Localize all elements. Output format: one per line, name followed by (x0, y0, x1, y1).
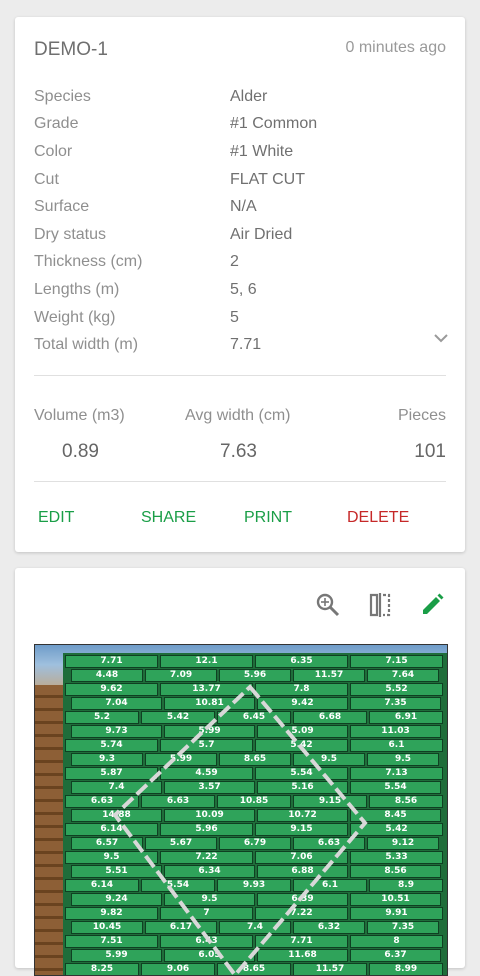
property-value: Air Dried (230, 225, 293, 243)
volume-label: Volume (m3) (34, 407, 125, 424)
property-label: Surface (34, 198, 90, 216)
property-label: Thickness (cm) (34, 253, 143, 271)
print-button[interactable]: PRINT (244, 509, 292, 527)
property-row: Cut FLAT CUT (34, 166, 446, 194)
edit-pencil-icon[interactable] (419, 592, 445, 618)
property-value: 2 (230, 253, 239, 271)
record-card: DEMO-1 0 minutes ago Species Alder Grade… (15, 17, 465, 552)
property-value: Alder (230, 87, 268, 105)
property-label: Species (34, 87, 91, 105)
compare-icon[interactable] (367, 592, 393, 618)
divider (34, 481, 446, 482)
share-button[interactable]: SHARE (141, 509, 196, 527)
property-row: Lengths (m) 5, 6 (34, 276, 446, 304)
property-value: FLAT CUT (230, 170, 305, 188)
property-label: Cut (34, 170, 59, 188)
volume-value: 0.89 (62, 441, 99, 462)
chevron-down-icon[interactable] (431, 330, 451, 346)
property-row: Grade #1 Common (34, 111, 446, 139)
property-row: Thickness (cm) 2 (34, 249, 446, 277)
property-row: Weight (kg) 5 (34, 304, 446, 332)
property-value: #1 Common (230, 115, 318, 133)
property-row: Color #1 White (34, 138, 446, 166)
photo-card: 7.71 12.1 6.35 7.15 4.48 7.09 5.96 11.57 7.64 9.6… (15, 568, 465, 976)
lumber-photo[interactable]: 7.71 12.1 6.35 7.15 4.48 7.09 5.96 11.57 7.64 9.6… (34, 644, 448, 976)
property-value: #1 White (230, 142, 294, 160)
property-row: Surface N/A (34, 193, 446, 221)
property-label: Weight (kg) (34, 308, 116, 326)
zoom-icon[interactable] (315, 592, 341, 618)
edit-button[interactable]: EDIT (38, 509, 74, 527)
delete-button[interactable]: DELETE (347, 509, 409, 527)
property-row: Dry status Air Dried (34, 221, 446, 249)
properties-list: Species Alder Grade #1 Common Color #1 W… (34, 83, 446, 359)
property-label: Lengths (m) (34, 280, 120, 298)
pieces-value: 101 (414, 441, 446, 462)
property-row: Total width (m) 7.71 (34, 331, 446, 359)
avg-width-label: Avg width (cm) (185, 407, 291, 424)
property-value: N/A (230, 198, 257, 216)
property-label: Total width (m) (34, 336, 139, 354)
property-label: Dry status (34, 225, 107, 243)
property-row: Species Alder (34, 83, 446, 111)
property-label: Grade (34, 115, 79, 133)
property-value: 5, 6 (230, 280, 257, 298)
property-label: Color (34, 142, 73, 160)
measurement-overlay (112, 684, 368, 975)
avg-width-value: 7.63 (220, 441, 257, 462)
record-title: DEMO-1 (34, 39, 108, 60)
property-value: 5 (230, 308, 239, 326)
property-value: 7.71 (230, 336, 262, 354)
divider (34, 375, 446, 376)
pieces-label: Pieces (397, 407, 446, 424)
record-timestamp: 0 minutes ago (345, 39, 446, 56)
